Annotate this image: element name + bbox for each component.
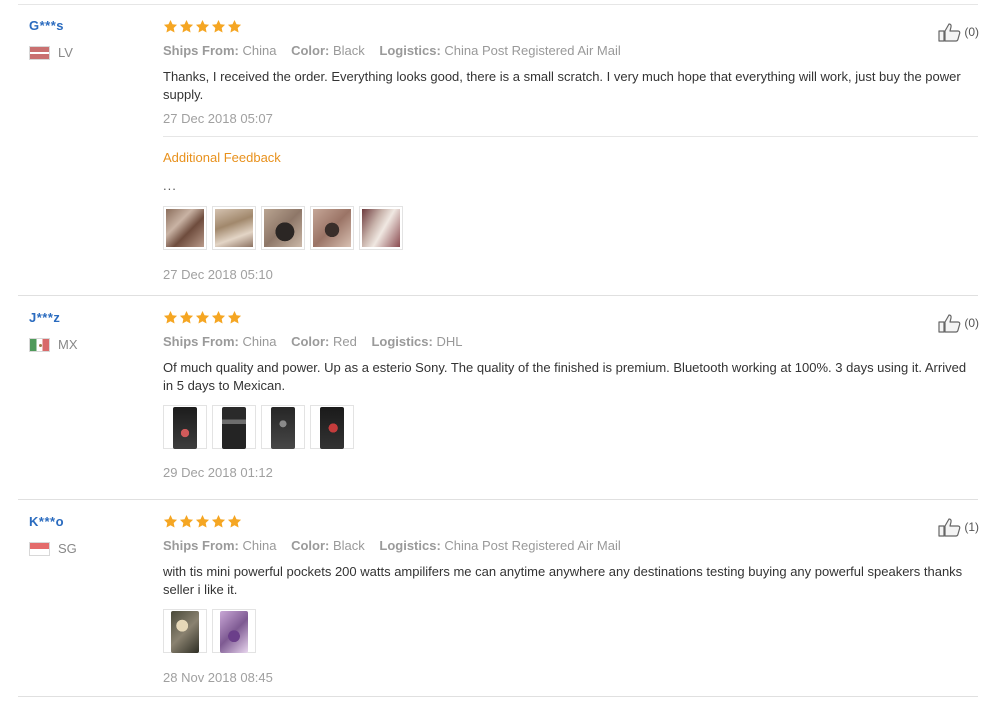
star-rating <box>163 514 242 529</box>
review-photo-thumbnail[interactable] <box>163 405 207 449</box>
additional-divider <box>163 136 978 137</box>
star-icon <box>195 310 210 324</box>
ships-from-value: China <box>242 43 277 58</box>
review-photos <box>163 609 256 653</box>
star-icon <box>227 514 242 528</box>
star-icon <box>195 514 210 528</box>
reviewer-name: J***z <box>29 310 61 325</box>
star-icon <box>179 19 194 33</box>
review-photo-thumbnail[interactable] <box>163 609 207 653</box>
review-photos <box>163 405 354 449</box>
mexico-flag-icon <box>29 337 50 352</box>
review-text: Of much quality and power. Up as a ester… <box>163 360 967 393</box>
review-photos <box>163 206 403 250</box>
review-item: K***o SG (1) Ships From: China Color: Bl… <box>0 500 1000 703</box>
singapore-flag-icon <box>29 541 50 556</box>
helpful-count: (0) <box>964 25 979 39</box>
star-icon <box>227 19 242 33</box>
latvia-flag-icon <box>29 45 50 60</box>
review-item: G***s LV (0) Ships From: China Color: Bl… <box>0 0 1000 296</box>
helpful-count: (1) <box>964 520 979 534</box>
star-icon <box>211 514 226 528</box>
star-rating <box>163 19 242 34</box>
review-date: 29 Dec 2018 01:12 <box>163 465 273 480</box>
thumbs-up-icon <box>938 23 961 42</box>
review-photo-thumbnail[interactable] <box>212 206 256 250</box>
order-info: Ships From: China Color: Red Logistics: … <box>163 334 463 349</box>
logistics-value: China Post Registered Air Mail <box>444 43 621 58</box>
helpful-count: (0) <box>964 316 979 330</box>
ships-from-value: China <box>242 538 277 553</box>
review-photo-thumbnail[interactable] <box>212 405 256 449</box>
additional-feedback-date: 27 Dec 2018 05:10 <box>163 267 273 282</box>
country-code: MX <box>58 337 78 352</box>
star-icon <box>163 19 178 33</box>
additional-feedback-title: Additional Feedback <box>163 150 281 165</box>
review-photo-thumbnail[interactable] <box>310 405 354 449</box>
review-photo-thumbnail[interactable] <box>310 206 354 250</box>
star-icon <box>179 514 194 528</box>
helpful-button[interactable]: (0) <box>938 313 979 333</box>
review-divider <box>18 696 978 697</box>
star-icon <box>227 310 242 324</box>
review-text: Thanks, I received the order. Everything… <box>163 69 961 102</box>
order-info: Ships From: China Color: Black Logistics… <box>163 538 621 553</box>
review-photo-thumbnail[interactable] <box>212 609 256 653</box>
review-photo-thumbnail[interactable] <box>163 206 207 250</box>
review-photo-thumbnail[interactable] <box>261 206 305 250</box>
helpful-button[interactable]: (1) <box>938 517 979 537</box>
reviewer-name: K***o <box>29 514 65 529</box>
star-icon <box>211 310 226 324</box>
ships-from-value: China <box>242 334 277 349</box>
star-icon <box>195 19 210 33</box>
star-icon <box>179 310 194 324</box>
reviewer-country: SG <box>29 541 77 556</box>
review-photo-thumbnail[interactable] <box>261 405 305 449</box>
reviewer-country: MX <box>29 337 78 352</box>
order-info: Ships From: China Color: Black Logistics… <box>163 43 621 58</box>
review-item: J***z MX (0) Ships From: China Color: Re… <box>0 296 1000 500</box>
thumbs-up-icon <box>938 518 961 537</box>
logistics-value: China Post Registered Air Mail <box>444 538 621 553</box>
review-photo-thumbnail[interactable] <box>359 206 403 250</box>
star-icon <box>163 310 178 324</box>
country-code: LV <box>58 45 73 60</box>
logistics-value: DHL <box>436 334 463 349</box>
review-date: 27 Dec 2018 05:07 <box>163 111 273 126</box>
thumbs-up-icon <box>938 314 961 333</box>
reviewer-name: G***s <box>29 18 65 33</box>
review-text: with tis mini powerful pockets 200 watts… <box>163 564 963 597</box>
reviewer-country: LV <box>29 45 73 60</box>
additional-feedback-text: ... <box>163 178 177 193</box>
star-icon <box>163 514 178 528</box>
review-date: 28 Nov 2018 08:45 <box>163 670 273 685</box>
color-value: Red <box>332 334 357 349</box>
helpful-button[interactable]: (0) <box>938 22 979 42</box>
star-rating <box>163 310 242 325</box>
color-value: Black <box>332 43 365 58</box>
star-icon <box>211 19 226 33</box>
country-code: SG <box>58 541 77 556</box>
color-value: Black <box>332 538 365 553</box>
